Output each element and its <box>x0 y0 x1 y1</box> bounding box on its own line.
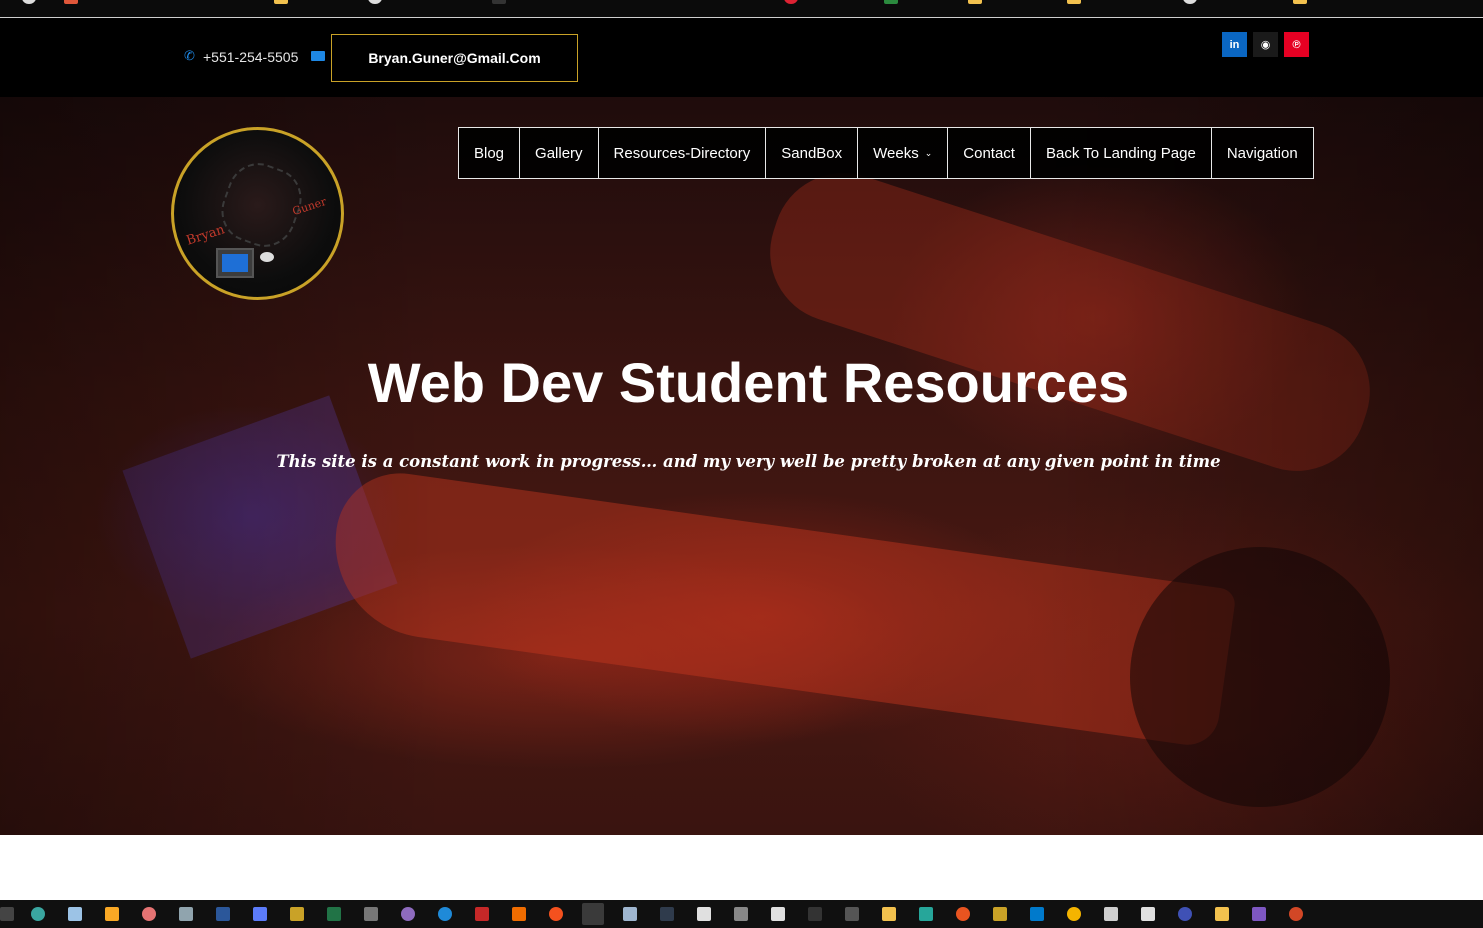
linux-icon[interactable] <box>882 907 896 921</box>
powerpoint-icon[interactable] <box>1289 907 1303 921</box>
nav-label: Contact <box>963 144 1015 162</box>
chevron-down-icon: ⌄ <box>924 147 933 158</box>
bookmark-folder-icon[interactable] <box>968 0 982 4</box>
windows-taskbar <box>0 900 1483 928</box>
nav-label: Back To Landing Page <box>1045 144 1196 162</box>
nav-navigation[interactable]: Navigation <box>1210 127 1314 179</box>
laptop-icon <box>216 248 254 278</box>
sublime-icon[interactable] <box>105 907 119 921</box>
calculator-icon[interactable] <box>364 907 378 921</box>
bookmark-folder-icon[interactable] <box>274 0 288 4</box>
app-icon[interactable] <box>1178 907 1192 921</box>
envelope-icon <box>311 51 325 61</box>
vscode-icon[interactable] <box>1030 907 1044 921</box>
nav-label: Gallery <box>535 144 583 162</box>
hero-title: Web Dev Student Resources <box>367 351 1130 414</box>
nav-sandbox[interactable]: SandBox <box>765 127 859 179</box>
nav-label: Weeks <box>873 144 919 162</box>
nav-blog[interactable]: Blog <box>458 127 521 179</box>
bookmark-icon[interactable] <box>64 0 78 4</box>
main-navigation: Blog Gallery Resources-Directory SandBox… <box>458 127 1314 179</box>
visual-studio-icon[interactable] <box>1252 907 1266 921</box>
nav-resources-directory[interactable]: Resources-Directory <box>597 127 767 179</box>
terminal-icon[interactable] <box>0 907 14 921</box>
app-icon[interactable] <box>31 907 45 921</box>
hero-subtitle: This site is a constant work in progress… <box>276 452 1221 471</box>
bookmark-folder-icon[interactable] <box>1293 0 1307 4</box>
nav-label: SandBox <box>781 144 843 162</box>
nav-label: Blog <box>474 144 505 162</box>
phone-number[interactable]: +551-254-5505 <box>203 49 298 65</box>
bookmark-icon[interactable] <box>22 0 36 4</box>
file-icon[interactable] <box>771 907 785 921</box>
notepad-icon[interactable] <box>68 907 82 921</box>
app-icon[interactable] <box>253 907 267 921</box>
linkedin-icon[interactable]: in <box>1222 32 1247 57</box>
edge-icon[interactable] <box>438 907 452 921</box>
search-icon[interactable] <box>1104 907 1118 921</box>
cmd-icon[interactable] <box>808 907 822 921</box>
nav-weeks-dropdown[interactable]: Weeks ⌄ <box>857 127 949 179</box>
logo-first-name: Bryan <box>184 222 227 249</box>
terminal-icon[interactable] <box>845 907 859 921</box>
folder-icon[interactable] <box>1215 907 1229 921</box>
nav-label: Resources-Directory <box>613 144 751 162</box>
paint-icon[interactable] <box>142 907 156 921</box>
bookmark-icon[interactable] <box>492 0 506 4</box>
nav-back-to-landing-page[interactable]: Back To Landing Page <box>1029 127 1212 179</box>
vscode-icon[interactable] <box>919 907 933 921</box>
word-icon[interactable] <box>216 907 230 921</box>
phone-icon: ✆ <box>184 48 195 63</box>
hero-section: Bryan Guner Blog Gallery Resources-Direc… <box>0 97 1483 835</box>
bookmark-folder-icon[interactable] <box>1067 0 1081 4</box>
pinterest-icon[interactable]: ℗ <box>1284 32 1309 57</box>
app-icon[interactable] <box>623 907 637 921</box>
nav-gallery[interactable]: Gallery <box>519 127 599 179</box>
ubuntu-icon[interactable] <box>956 907 970 921</box>
app-icon[interactable] <box>993 907 1007 921</box>
nav-contact[interactable]: Contact <box>947 127 1031 179</box>
chrome-icon[interactable] <box>1067 907 1081 921</box>
mouse-icon <box>260 252 274 262</box>
file-icon[interactable] <box>697 907 711 921</box>
app-icon[interactable] <box>734 907 748 921</box>
app-icon[interactable] <box>475 907 489 921</box>
file-icon[interactable] <box>1141 907 1155 921</box>
git-icon[interactable] <box>290 907 304 921</box>
github-icon[interactable]: ◉ <box>1253 32 1278 57</box>
active-window-icon[interactable] <box>582 903 604 925</box>
bookmark-icon[interactable] <box>1183 0 1197 4</box>
nav-label: Navigation <box>1226 144 1298 162</box>
app-icon[interactable] <box>512 907 526 921</box>
bookmark-icon[interactable] <box>884 0 898 4</box>
app-icon[interactable] <box>549 907 563 921</box>
powershell-icon[interactable] <box>660 907 674 921</box>
browser-bookmarks-bar <box>0 0 1483 18</box>
bookmark-icon[interactable] <box>368 0 382 4</box>
email-button[interactable]: Bryan.Guner@Gmail.Com <box>331 34 578 82</box>
excel-icon[interactable] <box>327 907 341 921</box>
site-logo[interactable]: Bryan Guner <box>171 127 344 300</box>
github-desktop-icon[interactable] <box>401 907 415 921</box>
bookmark-icon[interactable] <box>784 0 798 4</box>
site-topbar: ✆ +551-254-5505 Bryan.Guner@Gmail.Com in… <box>0 18 1483 97</box>
photos-icon[interactable] <box>179 907 193 921</box>
